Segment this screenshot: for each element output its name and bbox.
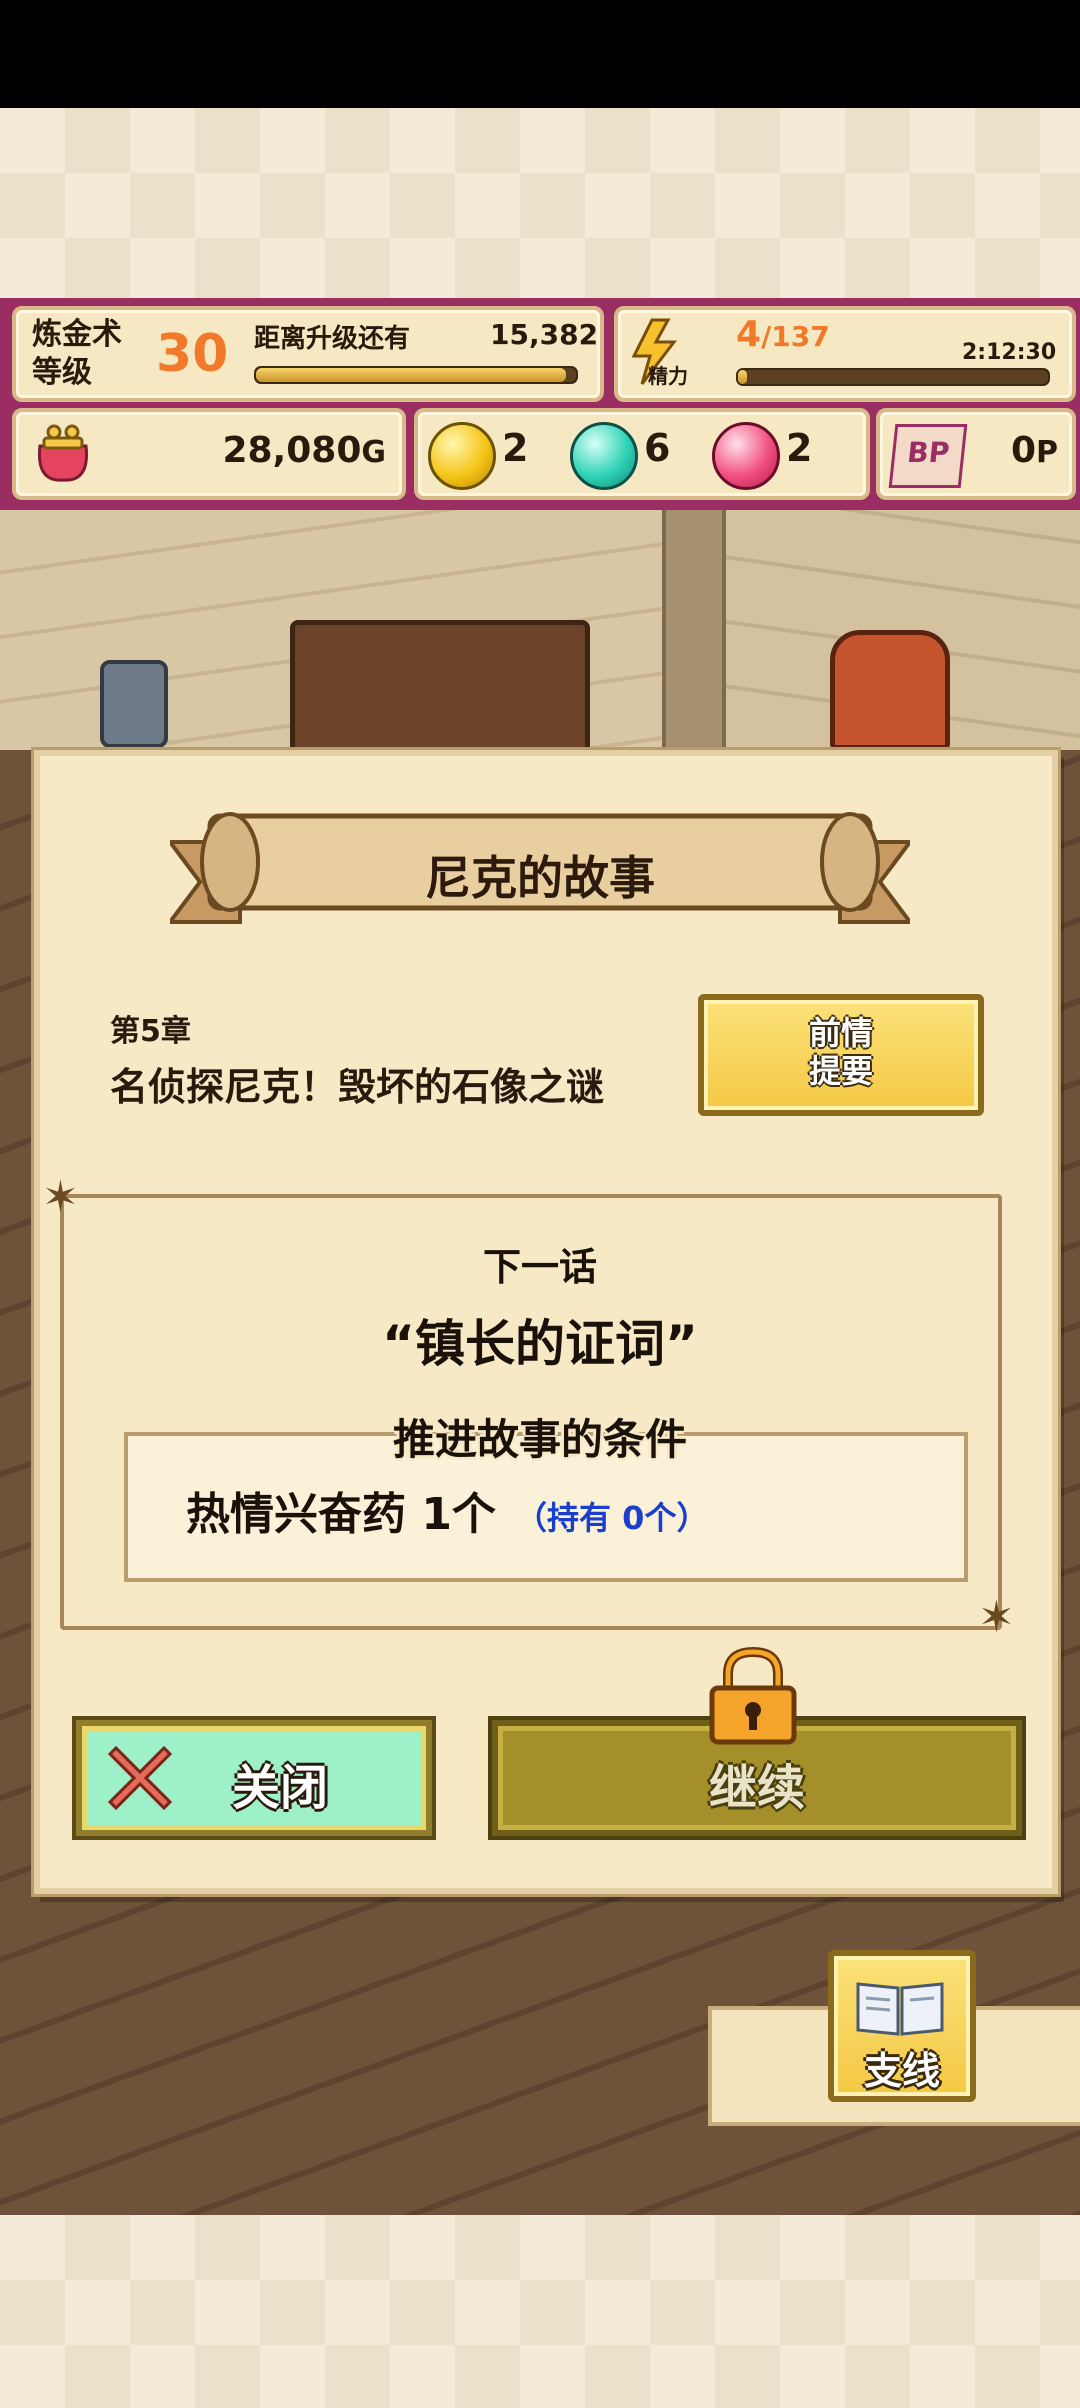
level-progress-bar	[254, 366, 578, 384]
next-level-label: 距离升级还有	[254, 324, 411, 354]
energy-value: 4/137	[736, 314, 830, 355]
next-episode-label: 下一话	[482, 1245, 597, 1289]
bottom-background	[0, 2215, 1080, 2408]
oven	[830, 630, 950, 750]
story-dialog: 尼克的故事 第5章 名侦探尼克！毁坏的石像之谜 前情 提要 ✶ ✶ 下一话 “镇…	[34, 750, 1058, 1894]
level-panel: 炼金术 等级 30 距离升级还有 15,382	[12, 306, 604, 402]
top-background	[0, 108, 1080, 298]
gems-panel[interactable]: 2 6 2	[414, 408, 870, 500]
alchemy-label: 炼金术 等级	[32, 317, 122, 390]
bp-panel[interactable]: BP 0P	[876, 408, 1076, 500]
purse-icon	[30, 422, 96, 484]
next-level-value: 15,382	[490, 318, 599, 351]
yellow-gem-count: 2	[502, 426, 529, 470]
close-label: 关闭	[232, 1760, 329, 1816]
bp-amount: 0P	[1010, 430, 1058, 471]
summary-button-label: 前情 提要	[808, 1014, 873, 1090]
book-icon	[854, 1978, 946, 2038]
close-button[interactable]: 关闭	[76, 1720, 432, 1836]
condition-title: 推进故事的条件	[392, 1415, 687, 1464]
energy-progress-bar	[736, 368, 1050, 386]
bp-icon: BP	[888, 424, 968, 488]
summary-button[interactable]: 前情 提要	[698, 994, 984, 1116]
gold-amount: 28,080G	[222, 430, 386, 471]
sparkle-icon: ✶	[978, 1592, 1015, 1643]
level-number: 30	[156, 324, 229, 384]
side-branch-label: 支线	[863, 2049, 940, 2093]
cyan-gem-count: 6	[644, 426, 671, 470]
dialog-title: 尼克的故事	[425, 851, 655, 905]
pink-gem-count: 2	[786, 426, 813, 470]
pink-gem-icon	[712, 422, 780, 490]
yellow-gem-icon	[428, 422, 496, 490]
energy-progress-fill	[738, 370, 748, 384]
chapter-number: 第5章	[110, 1014, 191, 1049]
lock-icon	[706, 1646, 800, 1746]
next-episode-title: “镇长的证词”	[382, 1315, 698, 1373]
sparkle-icon: ✶	[42, 1172, 79, 1223]
condition-item: 热情兴奋药 1个 （持有 0个）	[186, 1489, 709, 1540]
gold-panel[interactable]: 28,080G	[12, 408, 406, 500]
side-branch-button[interactable]: 支线	[828, 1950, 976, 2102]
continue-label: 继续	[708, 1760, 805, 1816]
level-progress-fill	[256, 368, 567, 382]
candle-stand	[100, 660, 168, 748]
wooden-pillar	[662, 510, 726, 750]
cyan-gem-icon	[570, 422, 638, 490]
energy-panel[interactable]: 精力 4/137 2:12:30	[614, 306, 1076, 402]
energy-label: 精力	[648, 364, 688, 388]
hud-bar: 炼金术 等级 30 距离升级还有 15,382 精力 4/137 2:12:30…	[0, 298, 1080, 510]
close-icon	[100, 1738, 180, 1818]
status-bar	[0, 0, 1080, 108]
chapter-title: 名侦探尼克！毁坏的石像之谜	[110, 1065, 605, 1109]
energy-timer: 2:12:30	[962, 340, 1057, 365]
